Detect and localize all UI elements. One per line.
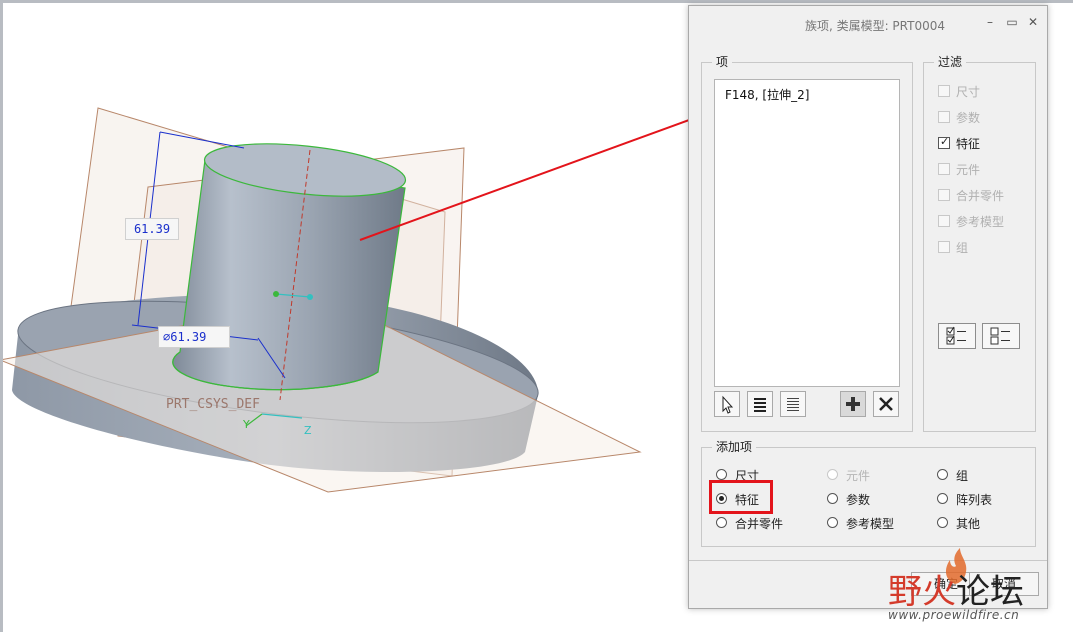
axis-y-label: Y — [243, 418, 250, 431]
list-icon — [787, 398, 799, 411]
pointer-icon — [722, 395, 734, 414]
remove-item-button[interactable] — [873, 391, 899, 417]
radio-label: 组 — [956, 469, 969, 483]
radio-label: 阵列表 — [956, 493, 993, 507]
checkbox[interactable] — [938, 189, 950, 201]
radio-button[interactable] — [937, 493, 948, 504]
highlight-box — [709, 480, 773, 514]
radio-label: 参数 — [846, 493, 871, 507]
select-all-button[interactable] — [938, 323, 976, 349]
checkbox[interactable] — [938, 111, 950, 123]
dimension-diameter-value: 61.39 — [170, 330, 207, 344]
radio-button[interactable] — [937, 517, 948, 528]
maximize-icon[interactable]: ▭ — [1005, 15, 1019, 29]
check-icon: ✓ — [940, 135, 950, 148]
axis-z-label: Z — [304, 424, 312, 437]
close-icon[interactable]: ✕ — [1026, 15, 1040, 29]
filter-label: 尺寸 — [956, 85, 981, 99]
radio-button[interactable] — [827, 493, 838, 504]
radio-button[interactable] — [716, 469, 727, 480]
radio-label: 元件 — [846, 469, 871, 483]
window-frame-top — [0, 0, 1073, 3]
deselect-all-icon — [990, 327, 1010, 345]
watermark-title-dark: 论坛 — [956, 572, 1024, 612]
show-all-button[interactable] — [747, 391, 773, 417]
radio-button[interactable] — [716, 517, 727, 528]
radio-button[interactable] — [827, 517, 838, 528]
checkbox[interactable] — [938, 85, 950, 97]
add-item-button[interactable] — [840, 391, 866, 417]
checkbox[interactable] — [938, 241, 950, 253]
watermark-title-red: 野火 — [888, 572, 956, 612]
plus-icon — [846, 397, 860, 411]
filter-label: 组 — [956, 241, 969, 255]
window-frame-left — [0, 0, 3, 632]
filter-label: 元件 — [956, 163, 981, 177]
minimize-icon[interactable]: – — [983, 15, 997, 29]
items-listbox[interactable]: F148, [拉伸_2] — [714, 79, 900, 387]
family-items-dialog: 族项, 类属模型: PRT0004 – ▭ ✕ 项 F148, [拉伸_2] 过… — [688, 5, 1048, 609]
radio-button[interactable] — [937, 469, 948, 480]
delete-icon — [879, 397, 893, 411]
dimension-diameter-label[interactable]: ⌀61.39 — [158, 326, 230, 348]
radio-label: 其他 — [956, 517, 981, 531]
show-list-button[interactable] — [780, 391, 806, 417]
watermark-url: www.proewildfire.cn — [888, 608, 1020, 622]
dialog-title: 族项, 类属模型: PRT0004 — [804, 19, 945, 33]
radio-label: 合并零件 — [735, 517, 784, 531]
filter-label: 参考模型 — [956, 215, 1005, 229]
filter-group-title: 过滤 — [934, 55, 967, 69]
dimension-height-label[interactable]: 61.39 — [125, 218, 179, 240]
filter-label: 特征 — [956, 137, 981, 151]
list-item[interactable]: F148, [拉伸_2] — [725, 86, 809, 103]
csys-label: PRT_CSYS_DEF — [166, 397, 260, 412]
list-bold-icon — [754, 398, 766, 412]
select-pointer-button[interactable] — [714, 391, 740, 417]
radio-label: 参考模型 — [846, 517, 895, 531]
filter-label: 参数 — [956, 111, 981, 125]
select-all-icon — [946, 326, 966, 345]
items-group: 项 F148, [拉伸_2] — [701, 55, 913, 432]
checkbox-checked[interactable]: ✓ — [938, 135, 950, 149]
checkbox[interactable] — [938, 215, 950, 227]
checkbox[interactable] — [938, 163, 950, 175]
dialog-titlebar[interactable]: 族项, 类属模型: PRT0004 – ▭ ✕ — [689, 6, 1047, 40]
watermark-title: 野火论坛 — [888, 564, 1024, 613]
site-watermark: 野火论坛 www.proewildfire.cn — [888, 548, 1068, 628]
filter-group: 过滤 尺寸 参数 ✓ 特征 元件 合并零件 参考模型 组 — [923, 55, 1036, 432]
radio-button[interactable] — [827, 469, 838, 480]
filter-label: 合并零件 — [956, 189, 1005, 203]
add-items-group-title: 添加项 — [712, 440, 757, 454]
items-group-title: 项 — [712, 55, 733, 69]
deselect-all-button[interactable] — [982, 323, 1020, 349]
